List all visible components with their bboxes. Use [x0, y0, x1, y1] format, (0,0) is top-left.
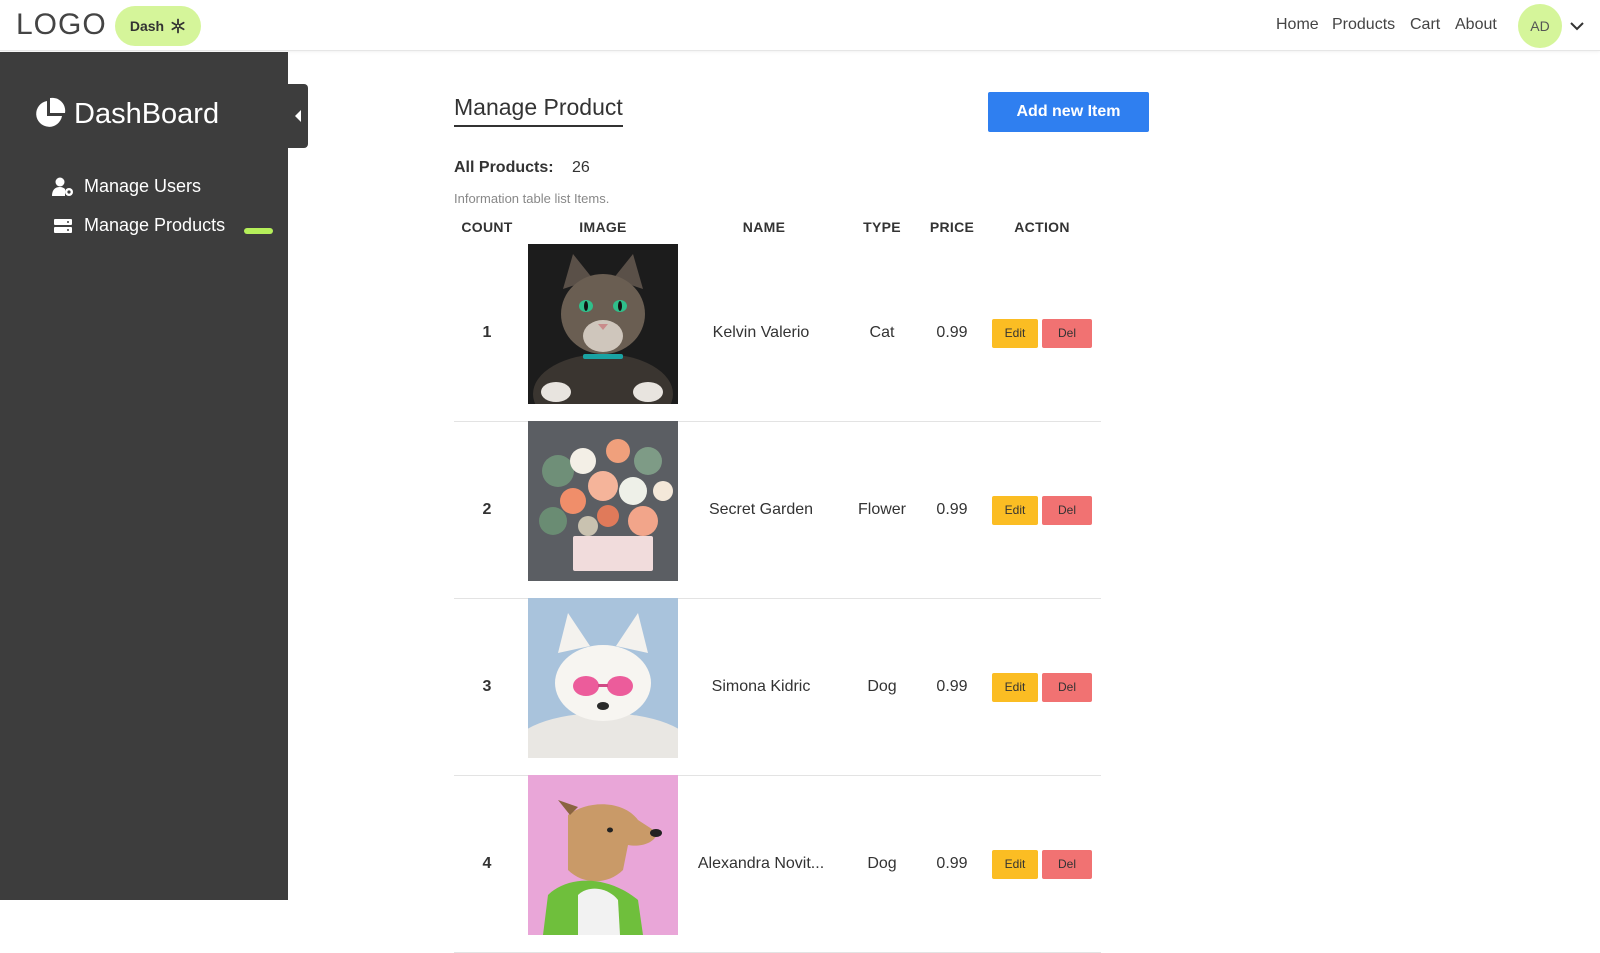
all-products-summary: All Products: 26 — [454, 159, 590, 177]
white-dog-photo — [528, 598, 678, 758]
sidebar-item-label: Manage Users — [84, 176, 202, 196]
sidebar-title[interactable]: DashBoard — [32, 97, 219, 131]
row-actions: Edit Del — [990, 421, 1094, 599]
table-caption: Information table list Items. — [454, 191, 610, 206]
row-price: 0.99 — [936, 324, 968, 341]
flower-bouquet-photo — [528, 421, 678, 581]
edit-button[interactable]: Edit — [992, 495, 1038, 525]
chevron-down-icon[interactable] — [1568, 17, 1586, 35]
row-actions: Edit Del — [990, 775, 1094, 953]
row-price: 0.99 — [936, 678, 968, 695]
top-bar: LOGO Dash Home Products Cart About AD — [0, 0, 1600, 51]
row-name: Simona Kidric — [711, 678, 811, 695]
column-header-action: ACTION — [1014, 219, 1070, 235]
delete-button[interactable]: Del — [1042, 849, 1092, 879]
row-count: 2 — [482, 501, 492, 518]
delete-button[interactable]: Del — [1042, 318, 1092, 348]
dog-pink-background-photo — [528, 775, 678, 935]
sidebar-title-text: DashBoard — [74, 97, 220, 130]
table-row: 1 Kelvin Valerio Cat 0.99 Edit Del — [454, 244, 1101, 422]
sidebar-collapse-button[interactable] — [288, 84, 308, 148]
sidebar-item-manage-products[interactable]: Manage Products — [52, 215, 225, 236]
active-indicator — [244, 228, 273, 234]
sidebar-item-manage-users[interactable]: Manage Users — [52, 176, 201, 197]
dash-pill-label: Dash — [129, 18, 165, 34]
pie-chart-icon — [36, 97, 66, 127]
table-row: 4 Alexandra Novit... Dog 0.99 Edit Del — [454, 775, 1101, 953]
all-products-count: 26 — [572, 159, 590, 176]
edit-button[interactable]: Edit — [992, 318, 1038, 348]
edit-button[interactable]: Edit — [992, 672, 1038, 702]
row-count: 3 — [482, 678, 492, 695]
server-icon — [54, 218, 72, 233]
row-count: 1 — [482, 324, 492, 341]
table-row: 2 Secret Garden Flower 0.99 Edit Del — [454, 421, 1101, 599]
sidebar: DashBoard Manage Users Manage Products — [0, 52, 288, 900]
row-price: 0.99 — [936, 855, 968, 872]
snowflake-icon — [171, 18, 185, 34]
row-count: 4 — [482, 855, 492, 872]
row-type: Flower — [857, 501, 906, 518]
page-title: Manage Product — [454, 94, 623, 127]
sidebar-item-label: Manage Products — [84, 215, 226, 235]
column-header-count: COUNT — [461, 219, 513, 235]
delete-button[interactable]: Del — [1042, 495, 1092, 525]
row-name: Kelvin Valerio — [712, 324, 810, 341]
row-type: Cat — [869, 324, 895, 341]
row-type: Dog — [867, 678, 897, 695]
user-gear-icon — [52, 177, 73, 196]
column-header-price: PRICE — [929, 219, 975, 235]
row-actions: Edit Del — [990, 244, 1094, 422]
logo[interactable]: LOGO — [16, 8, 107, 42]
row-type: Dog — [867, 855, 897, 872]
nav-products-link[interactable]: Products — [1332, 16, 1395, 34]
column-header-image: IMAGE — [579, 219, 627, 235]
nav-cart-link[interactable]: Cart — [1410, 16, 1440, 34]
delete-button[interactable]: Del — [1042, 672, 1092, 702]
dash-pill-button[interactable]: Dash — [115, 6, 201, 46]
column-header-name: NAME — [742, 219, 786, 235]
nav-home-link[interactable]: Home — [1276, 16, 1319, 34]
edit-button[interactable]: Edit — [992, 849, 1038, 879]
row-price: 0.99 — [936, 501, 968, 518]
table-row: 3 Simona Kidric Dog 0.99 Edit Del — [454, 598, 1101, 776]
add-new-item-button[interactable]: Add new Item — [988, 92, 1149, 132]
nav-about-link[interactable]: About — [1455, 16, 1497, 34]
user-avatar[interactable]: AD — [1518, 4, 1562, 48]
column-header-type: TYPE — [863, 219, 901, 235]
caret-left-icon — [295, 110, 301, 122]
row-actions: Edit Del — [990, 598, 1094, 776]
row-name: Alexandra Novit... — [697, 855, 825, 872]
all-products-label: All Products: — [454, 159, 554, 176]
cat-photo — [528, 244, 678, 404]
row-name: Secret Garden — [708, 501, 814, 518]
